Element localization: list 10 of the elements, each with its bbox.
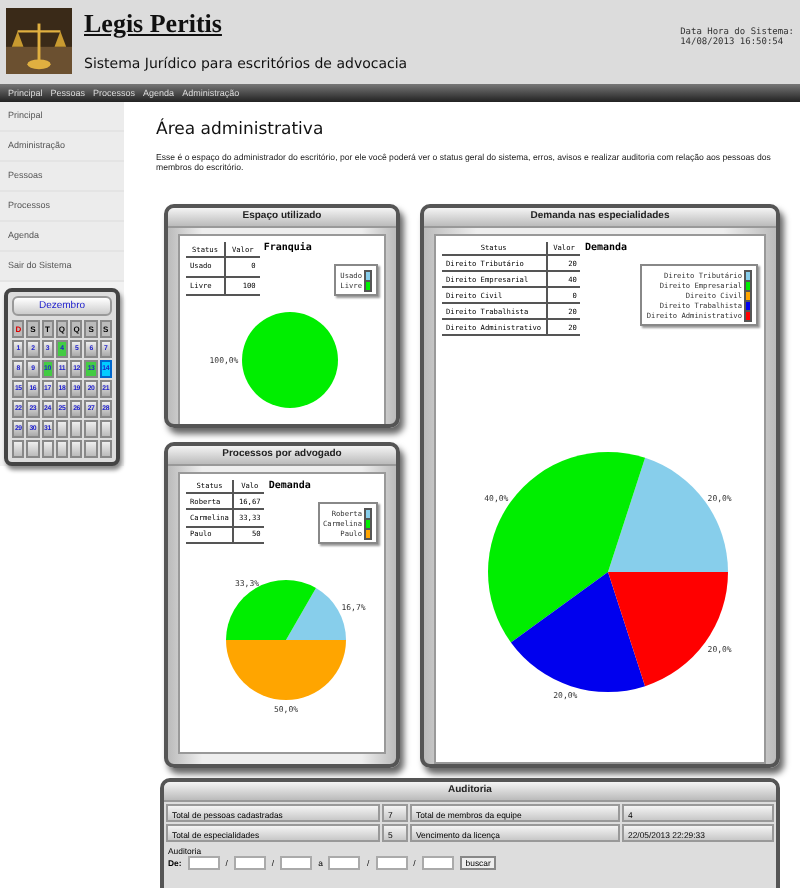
date-field[interactable] (328, 856, 361, 870)
page-title: Área administrativa (156, 120, 326, 140)
date-field[interactable] (233, 856, 266, 870)
site-title[interactable]: Legis Peritis (84, 8, 222, 40)
date-field[interactable] (421, 856, 454, 870)
pie-slice (242, 312, 338, 408)
date-field[interactable] (375, 856, 408, 870)
date-field[interactable] (280, 856, 313, 870)
date-field[interactable] (187, 856, 220, 870)
scales-logo (6, 8, 72, 74)
